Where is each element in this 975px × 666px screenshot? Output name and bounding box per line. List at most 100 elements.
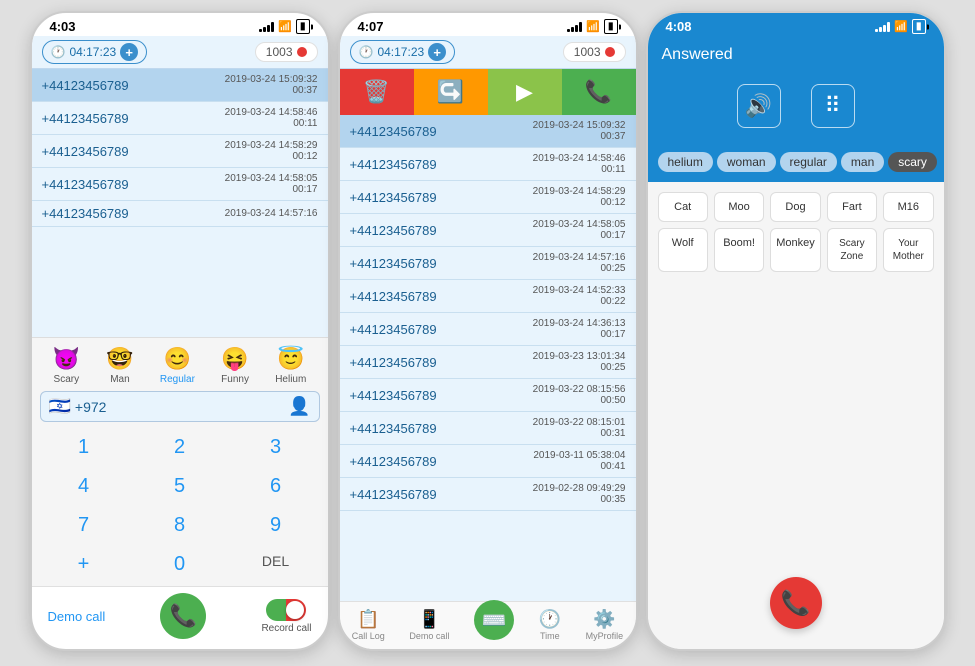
sound-your-mother[interactable]: YourMother [883,228,933,272]
dialpad-icon: ⌨️ [474,600,514,640]
voice-filter-row: 😈 Scary 🤓 Man 😊 Regular 😝 Funny 😇 [32,344,328,385]
call-item-2-10[interactable]: +44123456789 2019-03-11 05:38:0400:41 [340,445,636,478]
dial-8[interactable]: 8 [132,506,228,545]
keypad-button[interactable]: ⠿ [811,84,855,128]
call-item-1-3[interactable]: +44123456789 2019-03-24 14:58:0500:17 [32,168,328,201]
timer-badge-1[interactable]: 🕐 04:17:23 + [42,40,148,64]
vf-scary[interactable]: scary [888,152,937,172]
vf-regular[interactable]: regular [780,152,837,172]
voice-regular[interactable]: 😊 Regular [160,346,195,385]
sound-scary-zone[interactable]: ScaryZone [827,228,877,272]
record-toggle[interactable]: Record call [261,599,311,634]
vf-helium[interactable]: helium [658,152,713,172]
call-item-1-4[interactable]: +44123456789 2019-03-24 14:57:16 [32,201,328,227]
dial-3[interactable]: 3 [228,428,324,467]
vf-woman[interactable]: woman [717,152,776,172]
toggle-knob [286,601,304,619]
sound-wolf[interactable]: Wolf [658,228,708,272]
phone1-header: 🕐 04:17:23 + 1003 [32,36,328,69]
call-list-1: +44123456789 2019-03-24 15:09:3200:37 +4… [32,69,328,337]
status-bar-2: 4:07 📶 ▮ [340,13,636,36]
forward-btn[interactable]: ↪️ [414,69,488,115]
dial-0[interactable]: 0 [132,545,228,584]
phone-prefix: +972 [75,399,288,415]
sound-boom[interactable]: Boom! [714,228,764,272]
sound-moo[interactable]: Moo [714,192,764,222]
tab-call-log[interactable]: 📋 Call Log [352,609,385,641]
voice-man[interactable]: 🤓 Man [106,346,133,385]
timer-badge-2[interactable]: 🕐 04:17:23 + [350,40,456,64]
end-call-button[interactable]: 📞 [770,577,822,629]
dial-4[interactable]: 4 [36,467,132,506]
call-item-1-0[interactable]: +44123456789 2019-03-24 15:09:3200:37 [32,69,328,102]
sound-monkey[interactable]: Monkey [770,228,820,272]
call-meta: 2019-03-24 14:58:2900:12 [225,140,318,162]
regular-icon: 😊 [164,346,191,372]
dial-plus[interactable]: + [36,545,132,584]
call-item-2-11[interactable]: +44123456789 2019-02-28 09:49:2900:35 [340,478,636,511]
flag-icon: 🇮🇱 [49,396,71,417]
battery-icon-2: ▮ [604,19,618,34]
count-badge-2: 1003 [563,42,626,62]
plus-button-1[interactable]: + [120,43,138,61]
vf-man[interactable]: man [841,152,884,172]
sound-m16[interactable]: M16 [883,192,933,222]
tab-myprofile-label: MyProfile [586,631,624,641]
dial-9[interactable]: 9 [228,506,324,545]
call-number: +44123456789 [350,487,437,502]
signal-icon-2 [567,22,582,32]
call-item-2-0[interactable]: +44123456789 2019-03-24 15:09:3200:37 [340,115,636,148]
scary-icon: 😈 [53,346,80,372]
call-item-2-6[interactable]: +44123456789 2019-03-24 14:36:1300:17 [340,313,636,346]
tab-time[interactable]: 🕐 Time [539,609,561,641]
phone-input-row[interactable]: 🇮🇱 +972 👤 [40,391,320,422]
phone3-header: Answered 🔊 ⠿ [648,36,944,152]
sound-fart[interactable]: Fart [827,192,877,222]
demo-call-link[interactable]: Demo call [48,609,106,624]
wifi-icon-3: 📶 [894,20,908,33]
time-3: 4:08 [666,19,692,34]
speaker-button[interactable]: 🔊 [737,84,781,128]
call-number: +44123456789 [350,289,437,304]
sound-dog[interactable]: Dog [770,192,820,222]
call-number: +44123456789 [350,124,437,139]
delete-btn[interactable]: 🗑️ [340,69,414,115]
dial-6[interactable]: 6 [228,467,324,506]
dial-5[interactable]: 5 [132,467,228,506]
red-dot-1 [297,47,307,57]
dial-del[interactable]: DEL [228,545,324,584]
dial-2[interactable]: 2 [132,428,228,467]
call-item-1-1[interactable]: +44123456789 2019-03-24 14:58:4600:11 [32,102,328,135]
toggle-switch[interactable] [266,599,306,621]
call-meta: 2019-03-24 14:52:3300:22 [533,285,626,307]
call-number: +44123456789 [350,190,437,205]
dial-7[interactable]: 7 [36,506,132,545]
call-item-2-3[interactable]: +44123456789 2019-03-24 14:58:0500:17 [340,214,636,247]
call-button-1[interactable]: 📞 [160,593,206,639]
tab-myprofile[interactable]: ⚙️ MyProfile [586,609,624,641]
call-item-1-2[interactable]: +44123456789 2019-03-24 14:58:2900:12 [32,135,328,168]
call-action-btn[interactable]: 📞 [562,69,636,115]
sound-cat[interactable]: Cat [658,192,708,222]
contact-icon[interactable]: 👤 [288,396,310,417]
timer-value-2: 04:17:23 [377,45,424,59]
play-btn[interactable]: ▶ [488,69,562,115]
battery-icon-1: ▮ [296,19,310,34]
call-item-2-9[interactable]: +44123456789 2019-03-22 08:15:0100:31 [340,412,636,445]
call-item-2-1[interactable]: +44123456789 2019-03-24 14:58:4600:11 [340,148,636,181]
voice-helium[interactable]: 😇 Helium [275,346,306,385]
call-item-2-8[interactable]: +44123456789 2019-03-22 08:15:5600:50 [340,379,636,412]
call-item-2-7[interactable]: +44123456789 2019-03-23 13:01:3400:25 [340,346,636,379]
call-item-2-5[interactable]: +44123456789 2019-03-24 14:52:3300:22 [340,280,636,313]
voice-funny[interactable]: 😝 Funny [221,346,249,385]
call-item-2-2[interactable]: +44123456789 2019-03-24 14:58:2900:12 [340,181,636,214]
voice-scary[interactable]: 😈 Scary [53,346,80,385]
call-item-2-4[interactable]: +44123456789 2019-03-24 14:57:1600:25 [340,247,636,280]
count-value-1: 1003 [266,45,293,59]
tab-dialpad[interactable]: ⌨️ [474,608,514,641]
plus-button-2[interactable]: + [428,43,446,61]
dial-1[interactable]: 1 [36,428,132,467]
tab-demo-call[interactable]: 📱 Demo call [409,609,449,641]
call-meta: 2019-03-22 08:15:0100:31 [533,417,626,439]
status-bar-3: 4:08 📶 ▮ [648,13,944,36]
